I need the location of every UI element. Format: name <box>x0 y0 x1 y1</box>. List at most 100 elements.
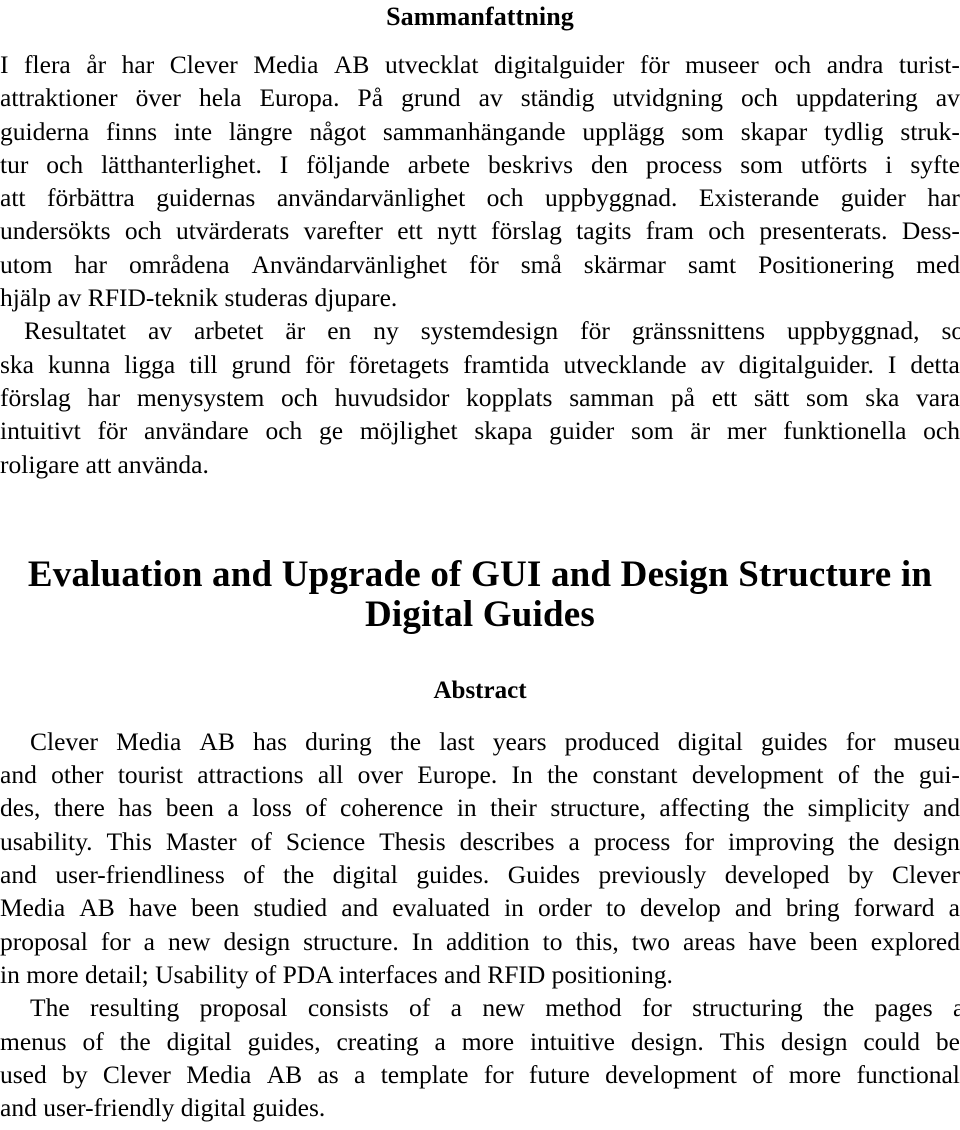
word: inte <box>173 116 213 146</box>
word: other <box>51 760 104 790</box>
word: of <box>837 760 860 790</box>
word: improving <box>727 826 835 856</box>
word: a <box>450 993 462 1023</box>
word: I <box>279 149 289 179</box>
word: av <box>700 349 725 379</box>
word: their <box>490 793 537 823</box>
word: structuring <box>692 993 803 1023</box>
word: have <box>128 893 178 923</box>
word: of <box>305 793 327 823</box>
word: turist- <box>898 50 960 79</box>
text-line: hjälp av RFID-teknik studeras djupare. <box>0 283 398 313</box>
word: har <box>74 249 107 279</box>
paragraph: The resulting proposal consists of a new method… <box>0 991 960 1124</box>
word: och <box>741 83 778 113</box>
word: för <box>304 349 335 379</box>
word: new <box>482 993 525 1023</box>
word: previously <box>598 860 707 890</box>
word: simplicity <box>807 793 910 823</box>
paragraph: Resultatet av arbetet är en ny systemdesign för… <box>0 314 960 480</box>
word: digital <box>332 860 398 890</box>
document-title-line-1: Evaluation and Upgrade of GUI and Design… <box>27 553 933 595</box>
word: och <box>486 183 524 213</box>
word: used <box>0 1059 47 1089</box>
word: nytt <box>437 216 477 246</box>
word: digitalguider. <box>738 349 874 379</box>
word: för <box>468 249 499 279</box>
word: user-friendliness <box>55 860 225 890</box>
word: during <box>305 726 372 756</box>
word: studied <box>253 893 328 923</box>
word: intuitive <box>529 1026 615 1056</box>
word: ligga <box>124 349 176 379</box>
word: upplägg <box>582 116 665 146</box>
word: a <box>227 793 239 823</box>
word: med <box>916 249 960 279</box>
word: i <box>885 149 893 179</box>
word: years <box>492 726 547 756</box>
word: av <box>935 83 960 113</box>
word: utvecklat <box>385 50 479 79</box>
word: utförts <box>800 149 868 179</box>
word: design <box>893 826 960 856</box>
text-line: förslag har menysystem och huvudsidor kopplat… <box>0 381 960 414</box>
word: flera <box>24 50 71 79</box>
word: resulting <box>90 993 180 1023</box>
word: samman <box>569 382 655 412</box>
section-heading-sammanfattning: Sammanfattning <box>386 2 574 31</box>
word: följande <box>306 149 390 179</box>
word: Thesis <box>379 826 446 856</box>
word: arbete <box>407 149 471 179</box>
word: På <box>357 83 384 113</box>
word: som <box>941 316 960 346</box>
word: kopplats <box>466 382 553 412</box>
word: ett <box>711 382 738 412</box>
text-line: The resulting proposal consists of a new method… <box>0 991 960 1024</box>
word: struk- <box>900 116 960 146</box>
word: structure. <box>303 926 399 956</box>
word: develop <box>639 893 721 923</box>
word: a <box>434 1026 446 1056</box>
word: explored <box>870 926 960 956</box>
word: gui- <box>918 760 960 790</box>
word: vara <box>916 382 960 412</box>
word: Media <box>0 893 66 923</box>
word: AB <box>199 726 235 756</box>
text-line: usability. This Master of Science Thesis descr… <box>0 825 960 858</box>
word: bring <box>785 893 840 923</box>
word: In <box>411 926 433 956</box>
word: skapa <box>474 416 533 446</box>
word: digital <box>166 1026 232 1056</box>
word: mer <box>726 416 767 446</box>
word: skärmar <box>583 249 666 279</box>
text-line: menus of the digital guides, creating a more int… <box>0 1025 960 1058</box>
word: Guides <box>507 860 581 890</box>
word: describes <box>459 826 555 856</box>
word: menysystem <box>136 382 265 412</box>
word: by <box>62 1059 88 1089</box>
word: Positionering <box>758 249 895 279</box>
word: design. <box>630 1026 704 1056</box>
word: Clever <box>30 726 98 756</box>
word: proposal <box>199 993 288 1023</box>
word: This <box>106 826 152 856</box>
word: andra <box>826 50 884 79</box>
word: användare <box>143 416 249 446</box>
word: fram <box>645 216 694 246</box>
word: and <box>923 793 960 823</box>
word: to <box>606 893 626 923</box>
word: method <box>545 993 622 1023</box>
word: a <box>568 826 580 856</box>
word: ny <box>373 316 399 346</box>
word: guides. <box>416 860 490 890</box>
word: områdena <box>128 249 230 279</box>
paragraph: Clever Media AB has during the last years produc… <box>0 725 960 991</box>
word: template <box>380 1059 469 1089</box>
word: been <box>191 893 240 923</box>
word: process <box>645 149 723 179</box>
text-line: in more detail; Usability of PDA interfa… <box>0 959 673 989</box>
word: tur <box>0 149 29 179</box>
word: ständig <box>520 83 595 113</box>
word: of <box>250 826 272 856</box>
word: of <box>409 993 431 1023</box>
